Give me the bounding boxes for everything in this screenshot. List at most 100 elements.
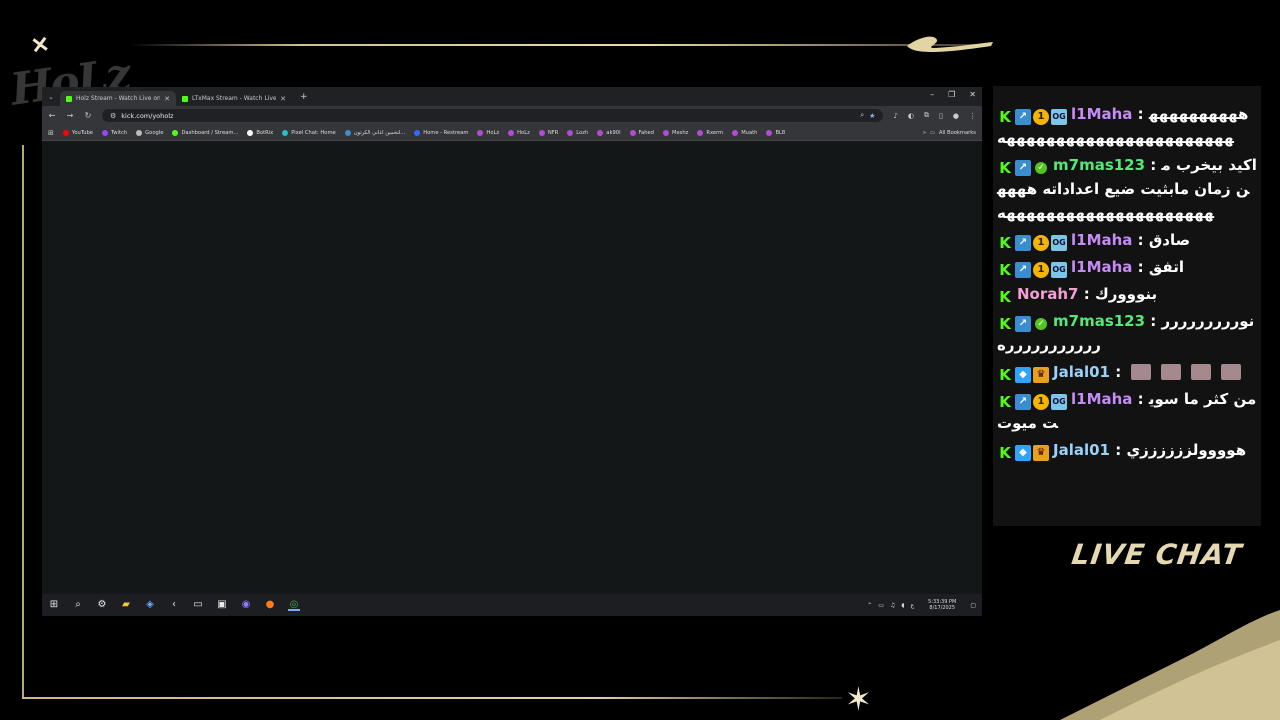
- windows-start-icon[interactable]: ⊞: [48, 599, 60, 611]
- tab-ltxmax-stream[interactable]: LTxMax Stream - Watch Live on ✕: [176, 91, 292, 106]
- file-explorer-icon[interactable]: ▰: [120, 599, 132, 611]
- app-icon[interactable]: ‹: [168, 599, 180, 611]
- kick-badge-icon: K: [999, 159, 1011, 177]
- sidepanel-icon[interactable]: ▯: [939, 112, 943, 120]
- chevron-right-icon[interactable]: »: [923, 130, 926, 136]
- bookmark-fahed[interactable]: Fahed: [629, 129, 654, 136]
- chat-username[interactable]: m7mas123: [1053, 312, 1145, 330]
- og-badge-icon: OG: [1051, 235, 1067, 251]
- chat-username[interactable]: Jalal01: [1053, 441, 1110, 459]
- apps-grid-icon[interactable]: ⊞: [48, 129, 54, 137]
- crown-badge-icon: ♛: [1033, 367, 1049, 383]
- site-info-icon[interactable]: ⚙: [110, 112, 116, 120]
- extensions-puzzle-icon[interactable]: ⧉: [924, 111, 929, 120]
- microphone-icon[interactable]: ◖: [901, 602, 904, 609]
- clock[interactable]: 5:33:39 PM 8/17/2025: [928, 599, 956, 611]
- network-icon[interactable]: ▭: [878, 602, 884, 609]
- app-icon[interactable]: ▭: [192, 599, 204, 611]
- bookmark-muath[interactable]: Muath: [732, 129, 757, 136]
- og-badge-icon: OG: [1051, 109, 1067, 125]
- close-icon[interactable]: ✕: [280, 95, 286, 103]
- folder-icon: [732, 129, 739, 136]
- notification-icon[interactable]: ▢: [970, 602, 976, 609]
- emote-image: [1161, 364, 1182, 380]
- minimize-button[interactable]: –: [930, 90, 934, 99]
- reload-icon[interactable]: ↻: [84, 111, 92, 120]
- bookmark-rxerm[interactable]: Rxerm: [697, 129, 723, 136]
- chevron-up-icon[interactable]: ⌃: [867, 602, 872, 609]
- bookmark-google[interactable]: Google: [136, 129, 163, 136]
- bookmark-cartoon-songs[interactable]: لتخمين اغاني الكرتون...: [344, 129, 405, 136]
- bookmark-holz-2[interactable]: HoLz: [508, 129, 530, 136]
- chat-separator: :: [1132, 390, 1149, 408]
- chat-separator: :: [1132, 258, 1149, 276]
- brush-stroke-bottom: [1060, 610, 1280, 720]
- page-viewport[interactable]: [42, 142, 982, 594]
- maximize-button[interactable]: ❐: [948, 90, 955, 99]
- vip-badge-icon: ↗: [1015, 235, 1031, 251]
- vip-badge-icon: ↗: [1015, 109, 1031, 125]
- settings-icon[interactable]: ⚙: [96, 599, 108, 611]
- bookmark-nfr[interactable]: NFR: [538, 129, 558, 136]
- kick-badge-icon: K: [999, 366, 1011, 384]
- bookmark-botrix[interactable]: BotRix: [247, 129, 273, 136]
- bookmark-twitch[interactable]: Twitch: [101, 129, 127, 136]
- chat-message: K ↗ 1 OG l1Maha : اتفق: [997, 255, 1257, 279]
- zoom-icon[interactable]: ⌕: [860, 111, 864, 120]
- google-icon: [136, 129, 143, 136]
- address-bar[interactable]: ⚙ kick.com/yoholz ⌕ ★: [102, 109, 884, 122]
- folder-icon: ▭: [930, 129, 935, 136]
- url-text: kick.com/yoholz: [121, 111, 174, 120]
- chat-username[interactable]: l1Maha: [1071, 105, 1132, 123]
- extension-icon[interactable]: ◐: [908, 112, 914, 120]
- volume-icon[interactable]: ♫: [890, 602, 895, 609]
- chat-username[interactable]: l1Maha: [1071, 231, 1132, 249]
- bookmark-ak90l[interactable]: ak90l: [597, 129, 621, 136]
- bookmark-lozh[interactable]: Lozh: [567, 129, 588, 136]
- close-icon[interactable]: ✕: [164, 95, 170, 103]
- bookmark-youtube[interactable]: YouTube: [62, 129, 93, 136]
- tab-holz-stream[interactable]: Holz Stream - Watch Live on ✕: [60, 91, 176, 106]
- badge-group: K: [997, 288, 1013, 306]
- chat-username[interactable]: l1Maha: [1071, 258, 1132, 276]
- search-icon[interactable]: ⌕: [72, 599, 84, 611]
- verified-badge-icon: ✓: [1035, 318, 1047, 330]
- back-icon[interactable]: ←: [48, 111, 56, 120]
- bookmark-bl8[interactable]: BL8: [766, 129, 785, 136]
- bookmark-meshz[interactable]: Meshz: [662, 129, 688, 136]
- chevron-down-icon[interactable]: ⌄: [42, 93, 60, 101]
- kick-icon: [182, 95, 188, 102]
- bookmark-holz-1[interactable]: HoLz: [477, 129, 499, 136]
- chat-username[interactable]: m7mas123: [1053, 156, 1145, 174]
- chat-separator: :: [1109, 441, 1127, 459]
- subscriber-badge-icon: ◆: [1015, 367, 1031, 383]
- chat-separator: :: [1109, 363, 1127, 381]
- bookmark-pixel-chat[interactable]: Pixel Chat: Home: [282, 129, 336, 136]
- epic-games-icon[interactable]: ▣: [216, 599, 228, 611]
- forward-icon[interactable]: →: [66, 111, 74, 120]
- keyboard-language[interactable]: ع: [911, 602, 915, 609]
- steam-icon[interactable]: ◈: [144, 599, 156, 611]
- chrome-icon[interactable]: ◎: [288, 599, 300, 611]
- new-tab-button[interactable]: +: [292, 92, 316, 102]
- chat-username[interactable]: l1Maha: [1071, 390, 1132, 408]
- chat-username[interactable]: Jalal01: [1053, 363, 1110, 381]
- bookmark-star-icon[interactable]: ★: [869, 112, 875, 120]
- star-icon: ✕: [29, 31, 50, 60]
- close-window-button[interactable]: ✕: [969, 90, 976, 99]
- all-bookmarks-button[interactable]: » ▭ All Bookmarks: [923, 130, 976, 136]
- bookmark-dashboard[interactable]: Dashboard / Stream...: [172, 129, 238, 136]
- chat-separator: :: [1132, 231, 1149, 249]
- firefox-icon[interactable]: ●: [264, 599, 276, 611]
- frame-line-top: [130, 44, 990, 46]
- kick-icon: [66, 95, 72, 102]
- obs-icon[interactable]: ◉: [240, 599, 252, 611]
- profile-avatar-icon[interactable]: ●: [953, 112, 959, 120]
- audio-icon[interactable]: ♪: [893, 112, 897, 120]
- menu-kebab-icon[interactable]: ⋮: [969, 112, 976, 120]
- chat-username[interactable]: Norah7: [1017, 285, 1079, 303]
- browser-window: ⌄ Holz Stream - Watch Live on ✕ LTxMax S…: [42, 87, 982, 616]
- kick-badge-icon: K: [999, 315, 1011, 333]
- bookmarks-bar: ⊞ YouTube Twitch Google Dashboard / Stre…: [42, 125, 982, 141]
- bookmark-restream[interactable]: Home - Restream: [414, 129, 468, 136]
